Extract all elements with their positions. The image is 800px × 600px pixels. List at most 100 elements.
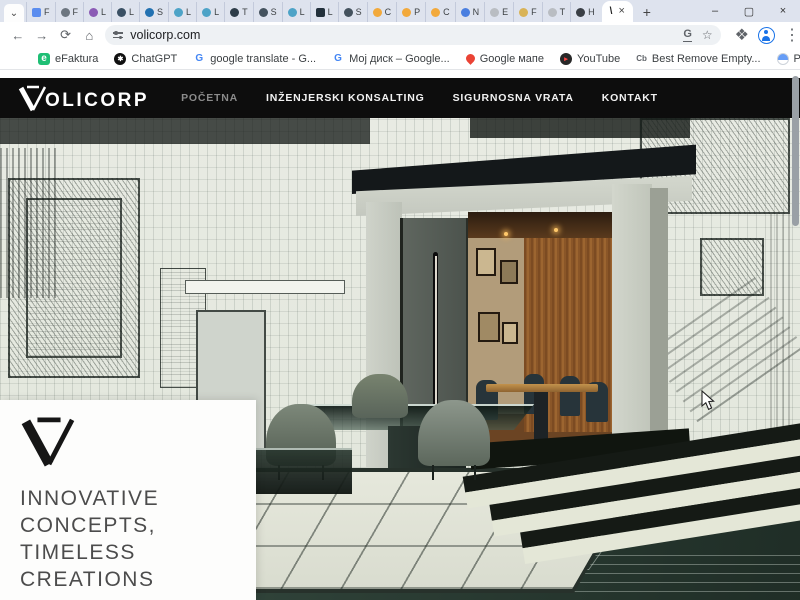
headline-line: TIMELESS bbox=[20, 539, 256, 566]
picture-frame bbox=[478, 312, 500, 342]
pendant-light bbox=[554, 228, 558, 232]
browser-tab[interactable]: P bbox=[396, 2, 425, 22]
browser-tab[interactable]: S bbox=[338, 2, 367, 22]
new-tab-button[interactable]: + bbox=[637, 2, 657, 22]
tab-label: S bbox=[271, 7, 277, 17]
tab-label: H bbox=[588, 7, 595, 17]
browser-tab[interactable]: L bbox=[196, 2, 224, 22]
bookmark-star-icon[interactable]: ☆ bbox=[702, 28, 713, 42]
browser-tab[interactable]: L bbox=[168, 2, 196, 22]
purple-app-favicon bbox=[89, 8, 98, 17]
bookmark-google-maps[interactable]: Google мапе bbox=[466, 53, 544, 65]
nav-kontakt[interactable]: KONTAKT bbox=[602, 92, 658, 104]
interior-dining-table bbox=[486, 384, 598, 392]
volicorp-logo[interactable]: OLICORP bbox=[18, 85, 149, 112]
browser-tab[interactable]: S bbox=[253, 2, 282, 22]
armchair-back bbox=[352, 374, 408, 418]
tab-label: L bbox=[214, 7, 219, 17]
browser-toolbar: ← → ⟳ ⌂ volicorp.com G ☆ ❖ ⋮ bbox=[0, 22, 800, 48]
bookmark-label: Мој диск – Google... bbox=[349, 53, 450, 65]
browser-tab[interactable]: H bbox=[570, 2, 600, 22]
bookmark-chatgpt[interactable]: ✱ ChatGPT bbox=[114, 53, 177, 65]
volicorp-v-mark-icon bbox=[20, 416, 78, 468]
browser-tab[interactable]: F bbox=[513, 2, 542, 22]
browser-menu-icon[interactable]: ⋮ bbox=[784, 25, 800, 45]
hero-image: INNOVATIVE CONCEPTS, TIMELESS CREATIONS bbox=[0, 118, 800, 600]
browser-tab[interactable]: F bbox=[55, 2, 84, 22]
browser-tab[interactable]: T bbox=[224, 2, 253, 22]
active-tab-volicorp[interactable]: \ × bbox=[602, 1, 633, 22]
bookmark-pagespeed[interactable]: PageSpeed Insights bbox=[777, 53, 800, 65]
close-button[interactable]: × bbox=[766, 0, 800, 22]
flower-favicon bbox=[461, 8, 470, 17]
cube-right-pillar bbox=[612, 184, 652, 466]
warning-favicon bbox=[431, 8, 440, 17]
tab-close-icon[interactable]: × bbox=[618, 6, 624, 17]
google-g-favicon: G bbox=[332, 53, 344, 65]
window-controls: – ▢ × bbox=[698, 0, 800, 22]
codebeautify-favicon: Cb bbox=[636, 53, 647, 65]
bookmark-efaktura[interactable]: eeFaktura bbox=[38, 53, 98, 65]
extensions-icon[interactable]: ❖ bbox=[735, 25, 749, 45]
docs-favicon bbox=[32, 8, 41, 17]
main-nav: POČETNA INŽENJERSKI KONSALTING SIGURNOSN… bbox=[181, 92, 658, 104]
globe-favicon bbox=[174, 8, 183, 17]
bookmark-label: ChatGPT bbox=[131, 53, 177, 65]
tab-label: F bbox=[531, 7, 537, 17]
scrollbar-thumb[interactable] bbox=[792, 76, 799, 226]
photo-favicon bbox=[519, 8, 528, 17]
maximize-button[interactable]: ▢ bbox=[732, 0, 766, 22]
cube-right-edge bbox=[650, 188, 668, 466]
person-favicon bbox=[259, 8, 268, 17]
address-bar[interactable]: volicorp.com G ☆ bbox=[105, 25, 720, 45]
browser-tab[interactable]: L bbox=[111, 2, 139, 22]
browser-tab[interactable]: L bbox=[310, 2, 338, 22]
nav-inzenjerski-konsalting[interactable]: INŽENJERSKI KONSALTING bbox=[266, 92, 425, 104]
bookmark-label: eFaktura bbox=[55, 53, 98, 65]
bookmark-label: YouTube bbox=[577, 53, 620, 65]
minimize-button[interactable]: – bbox=[698, 0, 732, 22]
browser-tab[interactable]: F bbox=[26, 2, 55, 22]
browser-tab[interactable]: E bbox=[484, 2, 513, 22]
globe-favicon bbox=[202, 8, 211, 17]
web-page-viewport: OLICORP POČETNA INŽENJERSKI KONSALTING S… bbox=[0, 70, 800, 600]
tab-label: F bbox=[44, 7, 50, 17]
browser-tab[interactable]: C bbox=[425, 2, 455, 22]
reload-button[interactable]: ⟳ bbox=[54, 23, 78, 47]
interior-ceiling bbox=[468, 212, 614, 238]
google-g-favicon: G bbox=[193, 53, 205, 65]
tab-label: L bbox=[101, 7, 106, 17]
headline-line: INNOVATIVE bbox=[20, 485, 256, 512]
profile-avatar[interactable] bbox=[758, 27, 775, 44]
browser-tab[interactable]: T bbox=[542, 2, 571, 22]
home-button[interactable]: ⌂ bbox=[77, 23, 101, 47]
forward-button[interactable]: → bbox=[30, 23, 54, 47]
bookmark-youtube[interactable]: ▸YouTube bbox=[560, 53, 620, 65]
nav-pocetna[interactable]: POČETNA bbox=[181, 92, 238, 104]
url-text[interactable]: volicorp.com bbox=[130, 28, 676, 42]
bookmark-moj-disk[interactable]: G Мој диск – Google... bbox=[332, 53, 450, 65]
tab-search-chevron-icon[interactable]: ⌄ bbox=[4, 4, 24, 22]
brand-text: OLICORP bbox=[45, 90, 149, 112]
chatgpt-favicon: ✱ bbox=[114, 53, 126, 65]
browser-tab[interactable]: L bbox=[83, 2, 111, 22]
back-button[interactable]: ← bbox=[6, 23, 30, 47]
bookmark-best-remove-empty[interactable]: CbBest Remove Empty... bbox=[636, 53, 760, 65]
browser-tab[interactable]: C bbox=[367, 2, 397, 22]
armchair-right bbox=[418, 400, 490, 466]
tab-label: T bbox=[242, 7, 248, 17]
browser-tab[interactable]: S bbox=[139, 2, 168, 22]
bookmark-google-translate[interactable]: Ggoogle translate - G... bbox=[193, 53, 316, 65]
site-info-icon[interactable] bbox=[113, 32, 123, 38]
tab-label: E bbox=[502, 7, 508, 17]
browser-tab[interactable]: L bbox=[282, 2, 310, 22]
warning-favicon bbox=[373, 8, 382, 17]
tab-label: F bbox=[73, 7, 79, 17]
tab-label: T bbox=[560, 7, 566, 17]
volicorp-favicon: \ bbox=[610, 6, 613, 17]
headline-line: CONCEPTS, bbox=[20, 512, 256, 539]
mouse-cursor bbox=[700, 390, 715, 416]
nav-sigurnosna-vrata[interactable]: SIGURNOSNA VRATA bbox=[453, 92, 574, 104]
translate-icon[interactable]: G bbox=[683, 28, 692, 41]
browser-tab[interactable]: N bbox=[455, 2, 485, 22]
